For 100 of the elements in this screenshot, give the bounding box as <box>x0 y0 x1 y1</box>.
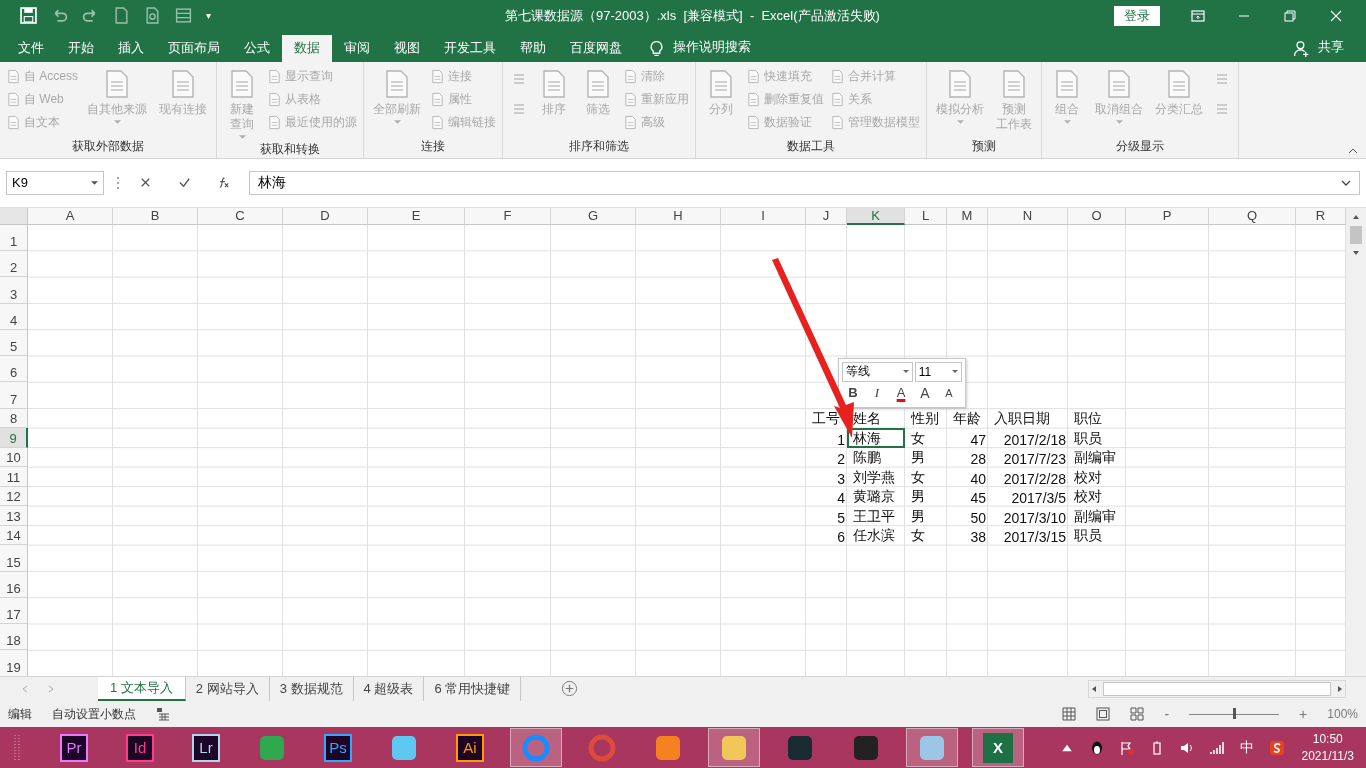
flag-icon[interactable] <box>1118 739 1135 756</box>
table-cell-text: 校对 <box>1073 467 1103 487</box>
add-sheet-icon[interactable] <box>561 680 579 698</box>
macro-icon[interactable] <box>156 707 170 722</box>
row-header[interactable]: 4 <box>0 303 28 330</box>
row-header[interactable]: 1 <box>0 224 28 251</box>
sheet-icon <box>830 114 845 130</box>
scroll-thumb[interactable] <box>1350 225 1362 244</box>
row-header[interactable]: 18 <box>0 624 28 651</box>
save-icon[interactable] <box>20 7 37 25</box>
collapse-ribbon-icon[interactable] <box>1348 147 1358 154</box>
taskbar-button[interactable] <box>708 728 760 768</box>
page-layout-icon[interactable] <box>1096 707 1111 722</box>
caret-icon <box>91 180 98 185</box>
ribbon-tab[interactable]: 文件 <box>6 34 56 62</box>
restore-icon[interactable] <box>1282 7 1298 24</box>
table-cell-text: 40 <box>969 469 987 487</box>
row-header[interactable]: 8 <box>0 408 28 429</box>
table-cell-text: 28 <box>969 450 987 468</box>
print-preview-icon[interactable] <box>144 7 161 25</box>
zoom-out-button[interactable]: - <box>1164 706 1170 723</box>
font-dropdown[interactable]: 等线 <box>842 361 913 382</box>
share-button[interactable]: 共享 <box>1318 37 1344 56</box>
login-button[interactable]: 登录 <box>1114 5 1160 26</box>
app-logo: Id <box>126 733 154 762</box>
ribbon-tab[interactable]: 审阅 <box>332 34 382 62</box>
horizontal-scrollbar[interactable] <box>1088 680 1346 699</box>
zoom-slider-thumb[interactable] <box>1233 708 1237 720</box>
app-logo: Ai <box>456 733 484 762</box>
customize-toolbar-button[interactable]: ▾ <box>206 10 212 22</box>
taskbar-button[interactable]: Pr <box>48 728 100 768</box>
font-color-button[interactable]: A <box>890 381 912 404</box>
form-icon[interactable] <box>175 7 192 25</box>
tell-me-search[interactable]: 操作说明搜索 <box>673 37 751 56</box>
taskbar-button[interactable] <box>906 728 958 768</box>
table-cell-text: 男 <box>910 506 926 526</box>
formula-input[interactable]: 林海 <box>249 170 1360 195</box>
taskbar-button[interactable] <box>510 728 562 768</box>
zoom-in-button[interactable]: + <box>1299 706 1308 723</box>
row-header[interactable]: 13 <box>0 506 28 526</box>
taskbar-button[interactable]: X <box>972 728 1024 768</box>
row-header[interactable]: 14 <box>0 525 28 546</box>
sogou-icon[interactable] <box>1268 739 1285 756</box>
table-cell-text: 45 <box>969 489 987 507</box>
ribbon-tab[interactable]: 公式 <box>232 34 282 62</box>
row-header[interactable]: 3 <box>0 277 28 304</box>
row-header[interactable]: 2 <box>0 250 28 278</box>
taskbar-button[interactable]: Ai <box>444 728 496 768</box>
increase-font-button[interactable]: A <box>914 381 936 404</box>
sheet-icon <box>746 114 761 130</box>
ribbon-tab[interactable]: 视图 <box>382 34 432 62</box>
row-header[interactable]: 16 <box>0 571 28 598</box>
ribbon-display-icon[interactable] <box>1190 7 1206 24</box>
taskbar-button[interactable]: Ps <box>312 728 364 768</box>
vertical-scrollbar[interactable] <box>1346 207 1366 677</box>
person-icon[interactable] <box>1293 39 1310 57</box>
zoom-level[interactable]: 100% <box>1327 707 1358 722</box>
clock-date[interactable]: 2021/11/3 <box>1301 747 1354 765</box>
table-cell-text: 女 <box>910 428 926 448</box>
name-box[interactable]: K9 <box>6 170 104 195</box>
row-header[interactable]: 10 <box>0 447 28 468</box>
new-document-icon[interactable] <box>113 7 130 25</box>
font-size-dropdown[interactable]: 11 <box>914 361 962 382</box>
sheet-tab[interactable]: 1 文本导入 <box>98 677 186 702</box>
decrease-font-button[interactable]: A <box>938 381 960 404</box>
taskbar-button[interactable]: Lr <box>180 728 232 768</box>
ribbon-tab[interactable]: 页面布局 <box>156 34 232 62</box>
row-header[interactable]: 19 <box>0 650 28 677</box>
bold-button[interactable]: B <box>842 381 864 404</box>
app-logo: X <box>983 732 1013 763</box>
ribbon-tab[interactable]: 数据 <box>282 34 332 62</box>
row-header[interactable]: 17 <box>0 597 28 625</box>
group-label: 获取外部数据 <box>71 137 145 155</box>
row-header[interactable]: 6 <box>0 356 28 383</box>
ribbon-tab[interactable]: 百度网盘 <box>558 34 634 62</box>
table-cell-text: 刘学燕 <box>852 467 896 487</box>
group-label: 数据工具 <box>786 137 836 155</box>
ribbon-tab[interactable]: 插入 <box>106 34 156 62</box>
sheet-icon <box>830 91 845 107</box>
row-header[interactable]: 12 <box>0 486 28 507</box>
table-cell-text: 陈鹏 <box>852 448 882 468</box>
app-logo: Pr <box>60 733 88 762</box>
input-method[interactable]: 中 <box>1239 738 1254 757</box>
ribbon-tab[interactable]: 开发工具 <box>432 34 508 62</box>
row-header[interactable]: 15 <box>0 545 28 572</box>
row-header[interactable]: 5 <box>0 329 28 357</box>
ribbon-tab[interactable]: 开始 <box>56 34 106 62</box>
italic-button[interactable]: I <box>866 381 888 404</box>
page-break-icon[interactable] <box>1130 707 1145 722</box>
table-cell-text: 5 <box>836 508 846 526</box>
row-header[interactable]: 7 <box>0 382 28 409</box>
expand-icon[interactable] <box>1341 179 1351 186</box>
row-header[interactable]: 11 <box>0 467 28 487</box>
clock-time[interactable]: 10:50 <box>1312 730 1343 748</box>
ribbon-tab[interactable]: 帮助 <box>508 34 558 62</box>
row-header[interactable]: 9 <box>0 428 28 448</box>
signal-icon[interactable] <box>1208 739 1225 756</box>
normal-view-icon[interactable] <box>1062 707 1077 722</box>
taskbar-button[interactable]: Id <box>114 728 166 768</box>
scroll-thumb[interactable] <box>1103 682 1331 697</box>
